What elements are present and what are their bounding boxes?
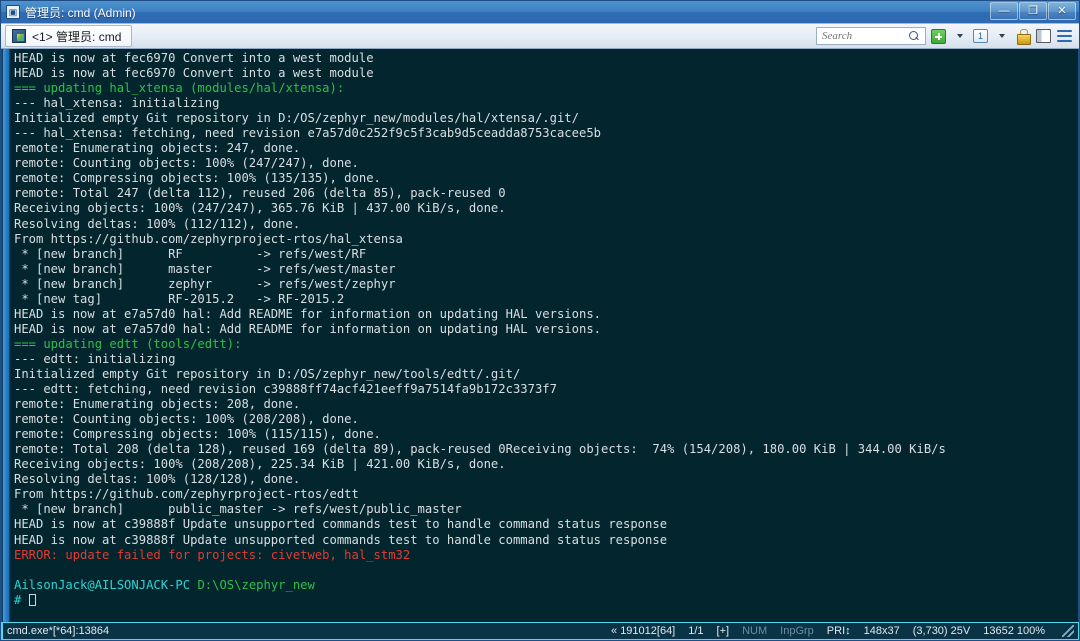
- terminal-line: From https://github.com/zephyrproject-rt…: [14, 487, 359, 502]
- terminal-line: * [new branch] zephyr -> refs/west/zephy…: [14, 276, 396, 291]
- terminal-line: * [new branch] master -> refs/west/maste…: [14, 261, 396, 276]
- terminal-line: --- edtt: initializing: [14, 351, 176, 366]
- terminal-line: --- edtt: fetching, need revision c39888…: [14, 382, 557, 397]
- terminal-line: Initialized empty Git repository in D:/O…: [14, 366, 521, 381]
- terminal-line: Resolving deltas: 100% (128/128), done.: [14, 472, 301, 487]
- prompt-path: D:\OS\zephyr_new: [197, 577, 315, 592]
- status-process: cmd.exe*[*64]:13864: [7, 625, 110, 637]
- main-menu-icon[interactable]: [1056, 28, 1073, 45]
- terminal-line: HEAD is now at fec6970 Convert into a we…: [14, 66, 374, 81]
- toolbar-right: 1: [816, 27, 1075, 45]
- status-plus: [+]: [716, 625, 730, 637]
- terminal-output[interactable]: HEAD is now at fec6970 Convert into a we…: [11, 49, 1078, 622]
- status-pages: 1/1: [688, 625, 704, 637]
- tab-toolbar: <1> 管理员: cmd 1: [1, 23, 1079, 49]
- terminal-line: Initialized empty Git repository in D:/O…: [14, 111, 579, 126]
- window-select-label: 1: [973, 29, 988, 43]
- console-tab-icon: [12, 29, 26, 43]
- console-icon: ▣: [6, 5, 20, 19]
- terminal-line: HEAD is now at fec6970 Convert into a we…: [14, 51, 374, 65]
- terminal-line: remote: Total 247 (delta 112), reused 20…: [14, 186, 506, 201]
- window-select-dropdown-icon[interactable]: [993, 28, 1010, 45]
- terminal-line: remote: Enumerating objects: 247, done.: [14, 141, 301, 156]
- resize-grip[interactable]: [1062, 625, 1074, 637]
- terminal-input-line[interactable]: #: [14, 593, 1078, 608]
- title-bar: ▣ 管理员: cmd (Admin) — ❐ ✕: [1, 1, 1079, 23]
- console-window: ▣ 管理员: cmd (Admin) — ❐ ✕ <1> 管理员: cmd 1: [0, 0, 1080, 641]
- panel-toggle-icon[interactable]: [1035, 28, 1052, 45]
- scrollbar-thumb[interactable]: [3, 49, 9, 622]
- terminal-line: remote: Enumerating objects: 208, done.: [14, 397, 301, 412]
- terminal-line: ERROR: update failed for projects: civet…: [14, 547, 411, 562]
- close-button[interactable]: ✕: [1048, 2, 1076, 20]
- terminal-line: * [new branch] RF -> refs/west/RF: [14, 246, 367, 261]
- minimize-button[interactable]: —: [990, 2, 1018, 20]
- window-select-button[interactable]: 1: [972, 28, 989, 45]
- prompt-symbol: #: [14, 592, 29, 607]
- status-build: « 191012[64]: [611, 625, 676, 637]
- search-input[interactable]: [822, 30, 908, 42]
- terminal-line: Receiving objects: 100% (208/208), 225.3…: [14, 457, 506, 472]
- terminal-line: remote: Counting objects: 100% (208/208)…: [14, 412, 359, 427]
- tab-console-1[interactable]: <1> 管理员: cmd: [5, 25, 133, 47]
- tab-label: <1> 管理员: cmd: [32, 29, 122, 44]
- status-bar: cmd.exe*[*64]:13864 « 191012[64] 1/1 [+]…: [1, 622, 1079, 640]
- terminal-line: From https://github.com/zephyrproject-rt…: [14, 231, 403, 246]
- terminal-line: Receiving objects: 100% (247/247), 365.7…: [14, 201, 506, 216]
- terminal-area: HEAD is now at fec6970 Convert into a we…: [1, 49, 1079, 622]
- text-cursor: [28, 593, 36, 606]
- terminal-line: Resolving deltas: 100% (112/112), done.: [14, 216, 301, 231]
- new-console-dropdown-icon[interactable]: [951, 28, 968, 45]
- terminal-line: --- hal_xtensa: fetching, need revision …: [14, 126, 601, 141]
- lock-icon[interactable]: [1014, 28, 1031, 45]
- terminal-line: * [new tag] RF-2015.2 -> RF-2015.2: [14, 291, 345, 306]
- status-num: NUM: [742, 625, 768, 637]
- prompt-user-host: AilsonJack@AILSONJACK-PC: [14, 577, 191, 592]
- terminal-line: remote: Total 208 (delta 128), reused 16…: [14, 442, 946, 457]
- terminal-line: remote: Compressing objects: 100% (135/1…: [14, 171, 381, 186]
- status-right-group: « 191012[64] 1/1 [+] NUM InpGrp PRI↕ 148…: [611, 625, 1076, 637]
- new-console-button[interactable]: [930, 28, 947, 45]
- terminal-line: remote: Compressing objects: 100% (115/1…: [14, 427, 381, 442]
- terminal-line: remote: Counting objects: 100% (247/247)…: [14, 156, 359, 171]
- status-size: 148x37: [863, 625, 900, 637]
- search-icon: [908, 30, 920, 42]
- terminal-line: === updating edtt (tools/edtt):: [14, 336, 242, 351]
- terminal-line: --- hal_xtensa: initializing: [14, 96, 220, 111]
- maximize-button[interactable]: ❐: [1019, 2, 1047, 20]
- terminal-line: * [new branch] public_master -> refs/wes…: [14, 502, 462, 517]
- status-buffer: 13652 100%: [983, 625, 1045, 637]
- status-cursor: (3,730) 25V: [912, 625, 971, 637]
- vertical-scrollbar[interactable]: [2, 49, 11, 622]
- status-inpgrp: InpGrp: [780, 625, 814, 637]
- terminal-line: HEAD is now at c39888f Update unsupporte…: [14, 517, 668, 532]
- terminal-line: === updating hal_xtensa (modules/hal/xte…: [14, 81, 345, 96]
- status-pri: PRI↕: [826, 625, 851, 637]
- window-title: 管理员: cmd (Admin): [25, 5, 136, 20]
- terminal-line: HEAD is now at e7a57d0 hal: Add README f…: [14, 321, 601, 336]
- terminal-line: HEAD is now at e7a57d0 hal: Add README f…: [14, 306, 601, 321]
- terminal-line: HEAD is now at c39888f Update unsupporte…: [14, 532, 668, 547]
- window-controls: — ❐ ✕: [990, 2, 1076, 20]
- search-box[interactable]: [816, 27, 926, 45]
- terminal-prompt-line: AilsonJack@AILSONJACK-PC D:\OS\zephyr_ne…: [14, 578, 1078, 593]
